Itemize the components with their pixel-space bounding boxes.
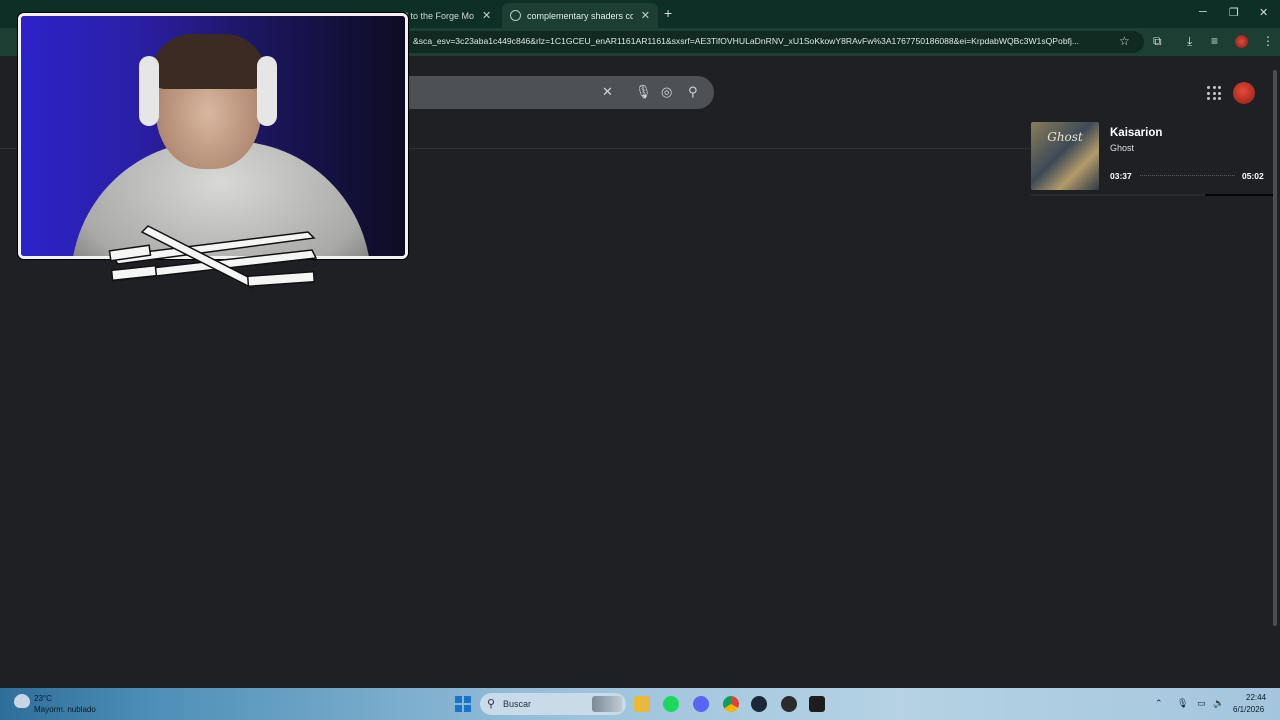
file-explorer-icon[interactable] — [634, 696, 650, 712]
headphone-left — [139, 56, 159, 126]
steam-icon[interactable] — [751, 696, 767, 712]
download-icon[interactable]: ⤓ — [1187, 34, 1192, 49]
tray-network-icon[interactable]: ▭ — [1197, 698, 1206, 709]
discord-icon[interactable] — [693, 696, 709, 712]
track-dots — [1140, 175, 1235, 176]
close-icon[interactable]: ✕ — [482, 9, 491, 22]
track-title: Kaisarion — [1110, 127, 1163, 139]
capcut-icon[interactable] — [809, 696, 825, 712]
chrome-icon[interactable] — [723, 696, 739, 712]
account-avatar[interactable] — [1233, 82, 1255, 104]
widget-thumbnail[interactable] — [592, 696, 622, 712]
new-tab-button[interactable]: + — [664, 5, 672, 21]
clock-time[interactable]: 22:44 — [1246, 693, 1266, 702]
playback-progress-bar — [1205, 194, 1273, 196]
tab-label: d to the Forge Mo — [403, 10, 475, 21]
google-apps-icon[interactable] — [1207, 86, 1221, 100]
tray-mic-icon[interactable]: 🎙 — [1177, 698, 1188, 709]
restore-icon[interactable]: ❐ — [1229, 6, 1239, 19]
tray-volume-icon[interactable]: 🔈 — [1213, 698, 1224, 709]
bookmark-star-icon[interactable]: ☆ — [1119, 34, 1130, 48]
lens-icon[interactable]: ◎ — [661, 84, 672, 100]
album-logo: Ghost — [1047, 130, 1083, 144]
tab-shaders[interactable]: complementary shaders como ✕ — [502, 3, 658, 28]
close-icon[interactable]: ✕ — [641, 9, 650, 22]
url-text[interactable]: &sca_esv=3c23aba1c449c846&rlz=1C1GCEU_en… — [413, 36, 1103, 46]
windows-start-icon[interactable] — [455, 696, 471, 712]
obs-icon[interactable] — [781, 696, 797, 712]
swords-icon — [108, 225, 318, 289]
album-art: Ghost — [1031, 122, 1099, 190]
media-control-icon[interactable]: ≡ — [1211, 34, 1218, 48]
track-artist: Ghost — [1110, 143, 1135, 153]
tab-label: complementary shaders como — [527, 10, 633, 21]
search-icon[interactable]: ⚲ — [688, 84, 698, 100]
minimize-icon[interactable]: ─ — [1199, 6, 1207, 18]
track-duration: 05:02 — [1242, 171, 1264, 181]
taskbar-search-label: Buscar — [503, 699, 532, 709]
clock-date[interactable]: 6/1/2026 — [1233, 705, 1264, 714]
profile-avatar[interactable] — [1235, 35, 1248, 48]
microphone-icon[interactable]: 🎙 — [635, 84, 652, 100]
extensions-icon[interactable]: ⧉ — [1153, 34, 1162, 49]
tab-forge[interactable]: d to the Forge Mo ✕ — [395, 3, 500, 28]
google-icon — [510, 10, 521, 21]
person-hair — [151, 34, 266, 89]
weather-description[interactable]: Mayorm. nublado — [34, 705, 96, 714]
elapsed-time: 03:37 — [1110, 171, 1132, 181]
window-close-icon[interactable]: ✕ — [1259, 6, 1268, 19]
scrollbar-thumb[interactable] — [1273, 70, 1277, 626]
headphone-right — [257, 56, 277, 126]
weather-temperature[interactable]: 23°C — [34, 694, 52, 703]
clear-search-icon[interactable]: ✕ — [602, 84, 613, 100]
tray-chevron-icon[interactable]: ⌃ — [1155, 698, 1163, 709]
spotify-icon[interactable] — [663, 696, 679, 712]
weather-cloud-icon[interactable] — [14, 694, 30, 708]
search-icon: ⚲ — [487, 698, 496, 710]
menu-dots-icon[interactable]: ⋮ — [1262, 34, 1274, 48]
